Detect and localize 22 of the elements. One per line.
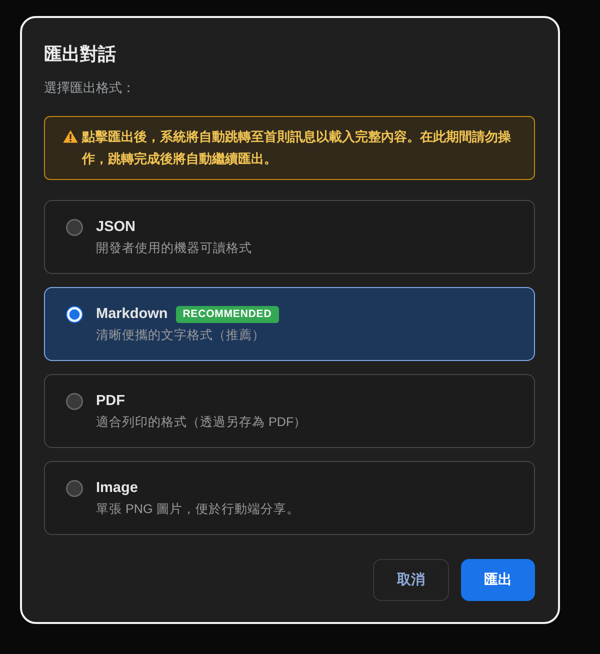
recommended-badge: RECOMMENDED <box>176 306 279 322</box>
format-option[interactable]: Markdown RECOMMENDED 清晰便攜的文字格式（推薦） <box>44 287 535 361</box>
dialog-subtitle: 選擇匯出格式： <box>44 79 135 97</box>
option-title: PDF <box>96 392 125 411</box>
format-option[interactable]: JSON 開發者使用的機器可讀格式 <box>44 200 535 274</box>
radio-button[interactable] <box>66 219 83 236</box>
export-button[interactable]: 匯出 <box>461 559 535 601</box>
option-description: 單張 PNG 圖片，便於行動端分享。 <box>96 501 300 518</box>
warning-icon <box>63 130 78 143</box>
option-title: JSON <box>96 218 136 237</box>
cancel-button[interactable]: 取消 <box>373 559 449 601</box>
format-option[interactable]: PDF 適合列印的格式（透過另存為 PDF） <box>44 374 535 448</box>
format-option[interactable]: Image 單張 PNG 圖片，便於行動端分享。 <box>44 461 535 535</box>
option-description: 清晰便攜的文字格式（推薦） <box>96 327 266 344</box>
option-description: 適合列印的格式（透過另存為 PDF） <box>96 414 307 431</box>
option-title: Image <box>96 479 138 498</box>
option-title: Markdown <box>96 305 168 324</box>
option-description: 開發者使用的機器可讀格式 <box>96 240 252 257</box>
radio-button[interactable] <box>66 480 83 497</box>
dialog-title: 匯出對話 <box>44 43 116 66</box>
warning-text: 點擊匯出後，系統將自動跳轉至首則訊息以載入完整內容。在此期間請勿操作，跳轉完成後將自動繼續匯出。 <box>82 128 512 168</box>
radio-button[interactable] <box>66 393 83 410</box>
